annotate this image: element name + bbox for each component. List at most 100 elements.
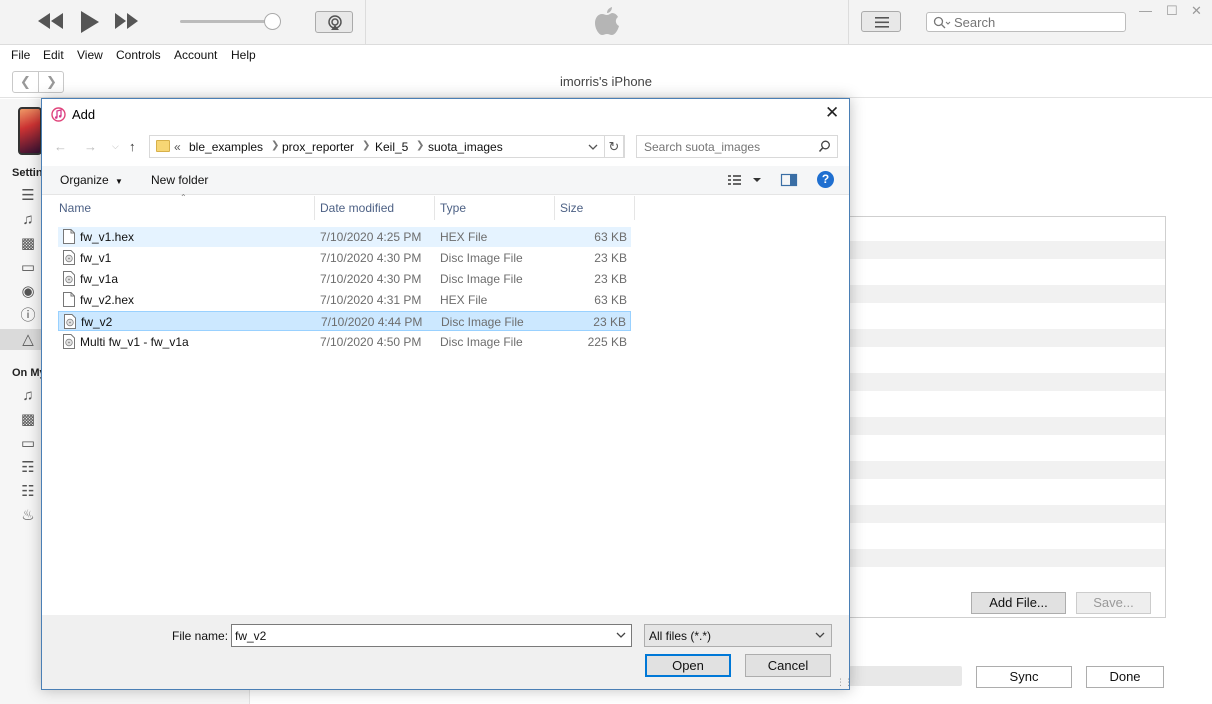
folder-search-input[interactable] bbox=[644, 139, 814, 154]
column-header-date-modified[interactable]: Date modified bbox=[315, 196, 435, 220]
tv-shows-icon[interactable]: ▭ bbox=[19, 259, 37, 277]
save-file-button[interactable]: Save... bbox=[1076, 592, 1151, 614]
volume-slider[interactable] bbox=[180, 20, 272, 23]
breadcrumb-ble-examples[interactable]: ble_examples bbox=[189, 140, 263, 154]
resize-grip-icon[interactable]: ⋮⋮ bbox=[836, 677, 853, 688]
file-type-select[interactable]: All files (*.*) bbox=[644, 624, 832, 647]
fast-forward-icon[interactable] bbox=[115, 13, 139, 32]
file-size: 63 KB bbox=[594, 230, 627, 244]
file-type: HEX File bbox=[440, 230, 488, 244]
chevron-down-icon bbox=[814, 629, 826, 644]
up-folder-arrow-icon[interactable]: ↑ bbox=[129, 139, 136, 154]
volume-knob[interactable] bbox=[264, 13, 281, 30]
file-row[interactable]: fw_v2 7/10/2020 4:44 PM Disc Image File 23 … bbox=[58, 311, 631, 331]
minimize-icon[interactable]: — bbox=[1139, 3, 1152, 18]
file-name-input[interactable] bbox=[235, 628, 605, 643]
add-file-dialog: Add ✕ ← → ⌵ ↑ « ble_examples ❯ prox_repo… bbox=[41, 98, 853, 690]
device-movies-icon[interactable]: ▩ bbox=[19, 411, 37, 429]
back-arrow-icon[interactable]: ← bbox=[54, 139, 67, 154]
search-icon bbox=[933, 16, 951, 33]
breadcrumb-separator-icon[interactable]: ❯ bbox=[362, 140, 370, 151]
search-icon bbox=[818, 140, 831, 156]
chevron-down-icon[interactable] bbox=[615, 629, 627, 644]
file-row[interactable]: fw_v1a 7/10/2020 4:30 PM Disc Image File 23… bbox=[58, 269, 631, 289]
file-date-modified: 7/10/2020 4:30 PM bbox=[320, 251, 422, 265]
column-header-size[interactable]: Size bbox=[555, 196, 635, 220]
device-tv-shows-icon[interactable]: ▭ bbox=[19, 435, 37, 453]
file-row[interactable]: fw_v1 7/10/2020 4:30 PM Disc Image File 23 … bbox=[58, 248, 631, 268]
file-date-modified: 7/10/2020 4:50 PM bbox=[320, 335, 422, 349]
close-icon[interactable]: ✕ bbox=[825, 103, 839, 123]
library-search[interactable] bbox=[926, 12, 1126, 32]
file-date-modified: 7/10/2020 4:44 PM bbox=[321, 315, 423, 329]
file-name: fw_v1 bbox=[80, 251, 112, 265]
device-books-icon[interactable]: ☶ bbox=[19, 459, 37, 477]
refresh-icon[interactable]: ↻ bbox=[604, 135, 624, 158]
file-row[interactable]: fw_v2.hex 7/10/2020 4:31 PM HEX File 63 KB bbox=[58, 290, 631, 310]
airplay-icon bbox=[328, 15, 342, 30]
file-row[interactable]: fw_v1.hex 7/10/2020 4:25 PM HEX File 63 KB bbox=[58, 227, 631, 247]
iphone-icon bbox=[18, 107, 42, 155]
disc-image-icon bbox=[64, 314, 76, 332]
maximize-icon[interactable]: ☐ bbox=[1166, 3, 1178, 19]
search-input[interactable] bbox=[954, 14, 1119, 30]
help-icon[interactable]: ? bbox=[817, 171, 834, 188]
menu-file[interactable]: File bbox=[11, 48, 30, 62]
photos-icon[interactable]: ◉ bbox=[19, 283, 37, 301]
play-icon[interactable] bbox=[80, 10, 100, 37]
navigation-bar: ❮ ❯ imorris's iPhone bbox=[0, 66, 1212, 98]
toolbar-divider bbox=[848, 0, 849, 45]
file-name-combobox[interactable] bbox=[231, 624, 632, 647]
organize-button[interactable]: Organize ▼ bbox=[60, 173, 123, 187]
breadcrumb-separator-icon[interactable]: ❯ bbox=[271, 140, 279, 151]
menu-view[interactable]: View bbox=[77, 48, 103, 62]
folder-search[interactable] bbox=[636, 135, 838, 158]
close-window-icon[interactable]: ✕ bbox=[1191, 3, 1202, 19]
open-button[interactable]: Open bbox=[645, 654, 731, 677]
file-type: Disc Image File bbox=[440, 335, 523, 349]
device-music-icon[interactable]: ♫ bbox=[19, 387, 37, 405]
preview-pane-icon[interactable] bbox=[780, 172, 798, 191]
disc-image-icon bbox=[63, 250, 75, 268]
address-dropdown-icon[interactable] bbox=[587, 141, 599, 155]
file-type: Disc Image File bbox=[440, 251, 523, 265]
document-icon bbox=[63, 292, 75, 310]
breadcrumb-keil5[interactable]: Keil_5 bbox=[375, 140, 408, 154]
done-button[interactable]: Done bbox=[1086, 666, 1164, 688]
column-header-type[interactable]: Type bbox=[435, 196, 555, 220]
forward-arrow-icon[interactable]: → bbox=[84, 139, 97, 154]
device-audiobooks-icon[interactable]: ☷ bbox=[19, 483, 37, 501]
menu-controls[interactable]: Controls bbox=[116, 48, 161, 62]
column-header-name[interactable]: Name bbox=[54, 196, 314, 220]
up-next-list-button[interactable] bbox=[861, 11, 901, 32]
menu-edit[interactable]: Edit bbox=[43, 48, 64, 62]
view-options-icon[interactable] bbox=[727, 172, 765, 191]
file-sharing-icon[interactable]: △ bbox=[19, 331, 37, 349]
breadcrumb-separator-icon[interactable]: ❯ bbox=[416, 140, 424, 151]
breadcrumb-suota-images[interactable]: suota_images bbox=[428, 140, 503, 154]
summary-icon[interactable]: ☰ bbox=[19, 187, 37, 205]
add-file-button[interactable]: Add File... bbox=[971, 592, 1066, 614]
menu-account[interactable]: Account bbox=[174, 48, 217, 62]
list-icon bbox=[875, 17, 889, 28]
recent-locations-chevron-icon[interactable]: ⌵ bbox=[112, 141, 119, 152]
player-toolbar: — ☐ ✕ bbox=[0, 0, 1212, 45]
itunes-app-icon bbox=[51, 107, 66, 125]
new-folder-button[interactable]: New folder bbox=[151, 173, 208, 187]
file-date-modified: 7/10/2020 4:31 PM bbox=[320, 293, 422, 307]
movies-icon[interactable]: ▩ bbox=[19, 235, 37, 253]
menu-help[interactable]: Help bbox=[231, 48, 256, 62]
music-icon[interactable]: ♫ bbox=[19, 211, 37, 229]
sync-button[interactable]: Sync bbox=[976, 666, 1072, 688]
rewind-icon[interactable] bbox=[38, 13, 64, 32]
info-icon[interactable]: ⓘ bbox=[19, 307, 37, 325]
file-row[interactable]: Multi fw_v1 - fw_v1a 7/10/2020 4:50 PM Dis… bbox=[58, 332, 631, 352]
file-size: 23 KB bbox=[594, 272, 627, 286]
cancel-button[interactable]: Cancel bbox=[745, 654, 831, 677]
file-name: fw_v1a bbox=[80, 272, 119, 286]
breadcrumb-overflow[interactable]: « bbox=[174, 140, 181, 154]
device-tones-icon[interactable]: ♨ bbox=[19, 507, 37, 525]
breadcrumb-prox-reporter[interactable]: prox_reporter bbox=[282, 140, 354, 154]
address-bar[interactable]: « ble_examples ❯ prox_reporter ❯ Keil_5 … bbox=[149, 135, 625, 158]
airplay-button[interactable] bbox=[315, 11, 353, 33]
